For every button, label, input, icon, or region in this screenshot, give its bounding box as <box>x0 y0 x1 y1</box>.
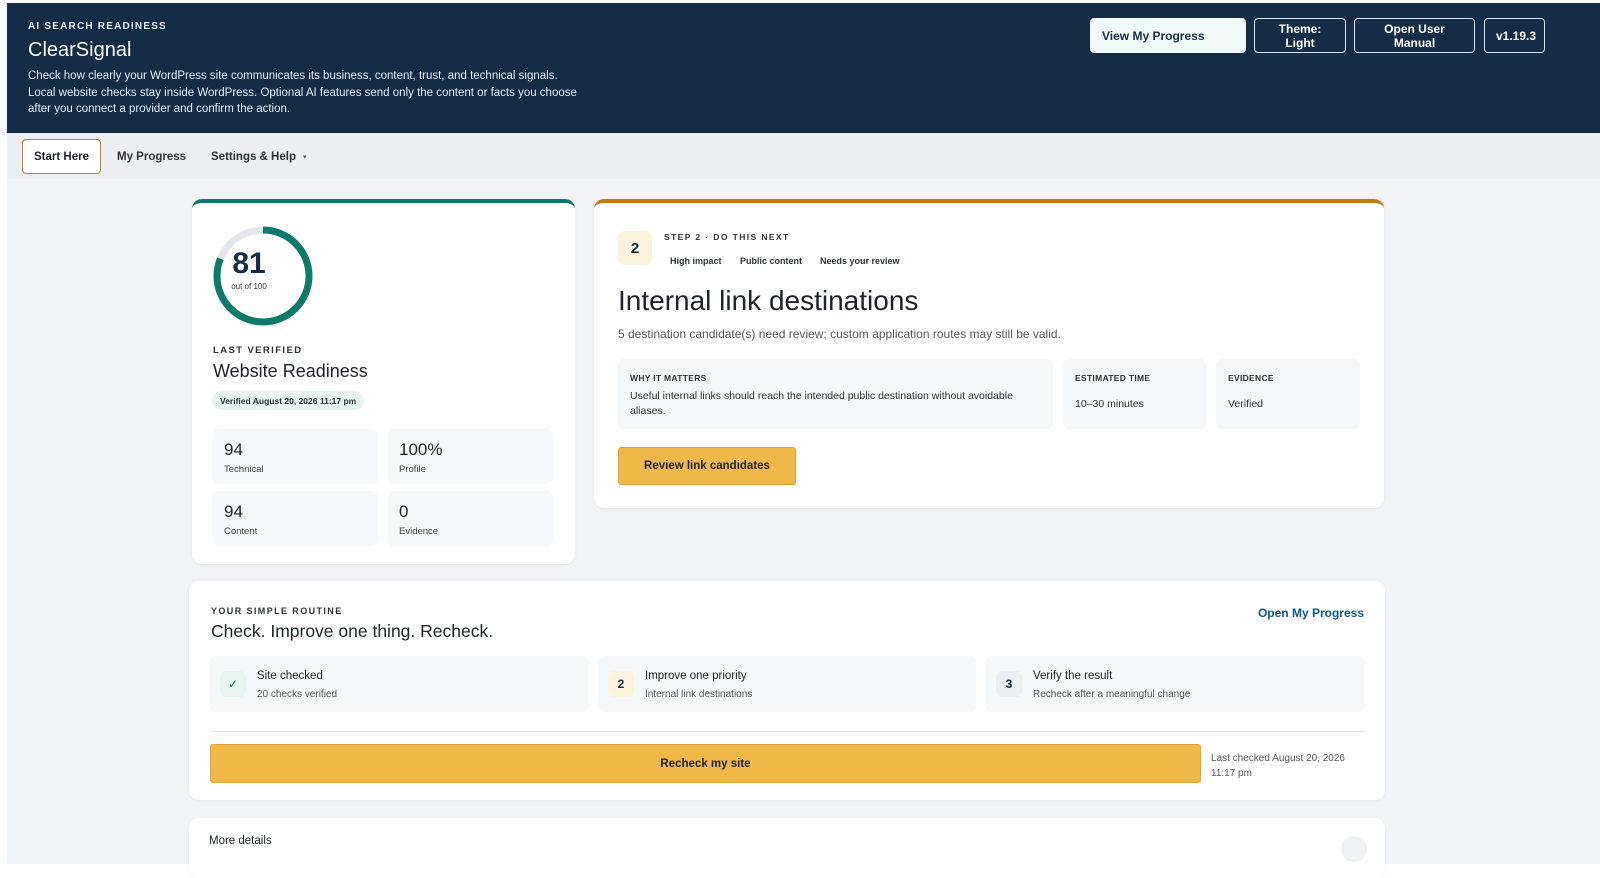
metric-label: Content <box>224 526 258 537</box>
routine-step-subtitle: 20 checks verified <box>257 689 338 700</box>
view-progress-button[interactable]: View My Progress <box>1090 18 1246 53</box>
routine-step-improve: 2 Improve one priority Internal link des… <box>598 656 976 712</box>
routine-step-title: Improve one priority <box>645 670 747 682</box>
why-it-matters-box: WHY IT MATTERS Useful internal links sho… <box>618 359 1053 429</box>
metric-value: 0 <box>399 502 409 521</box>
last-checked-text: Last checked August 20, 2026 11:17 pm <box>1211 753 1345 779</box>
next-step-description: 5 destination candidate(s) need review; … <box>618 327 1061 341</box>
next-step-title: Internal link destinations <box>618 285 919 316</box>
app-description: Check how clearly your WordPress site co… <box>28 70 577 115</box>
simple-routine-card: YOUR SIMPLE ROUTINE Check. Improve one t… <box>189 581 1385 800</box>
tab-start-here[interactable]: Start Here <box>22 139 101 174</box>
metric-profile: 100% Profile <box>388 429 553 484</box>
tab-my-progress[interactable]: My Progress <box>106 139 197 174</box>
routine-step-title: Site checked <box>257 670 323 682</box>
step-number-badge: 3 <box>996 671 1022 697</box>
chip-high-impact: High impact <box>670 256 722 266</box>
why-label: WHY IT MATTERS <box>630 373 707 383</box>
review-link-candidates-button[interactable]: Review link candidates <box>618 447 796 485</box>
metric-evidence: 0 Evidence <box>388 491 553 546</box>
routine-step-subtitle: Internal link destinations <box>645 689 753 700</box>
score-value: 81 <box>232 247 266 280</box>
last-verified-label: LAST VERIFIED <box>213 345 303 356</box>
evidence-box: EVIDENCE Verified <box>1216 359 1360 429</box>
evidence-label: EVIDENCE <box>1228 373 1274 383</box>
routine-title: Check. Improve one thing. Recheck. <box>211 621 494 641</box>
estimated-time-box: ESTIMATED TIME 10–30 minutes <box>1063 359 1206 429</box>
open-my-progress-link[interactable]: Open My Progress <box>1258 606 1364 620</box>
routine-step-checked: ✓ Site checked 20 checks verified <box>210 656 588 712</box>
metric-label: Profile <box>399 464 426 475</box>
step-number-badge: 2 <box>618 231 652 265</box>
metric-label: Technical <box>224 464 264 475</box>
step-number-badge: 2 <box>608 671 634 697</box>
metric-value: 100% <box>399 440 443 459</box>
header-eyebrow: AI SEARCH READINESS <box>28 21 167 32</box>
time-label: ESTIMATED TIME <box>1075 373 1151 383</box>
metric-label: Evidence <box>399 526 439 537</box>
chevron-down-icon: ▾ <box>302 153 307 161</box>
routine-step-subtitle: Recheck after a meaningful change <box>1033 689 1191 700</box>
next-step-card: 2 STEP 2 · DO THIS NEXT High impact Publ… <box>594 199 1384 508</box>
chip-public-content: Public content <box>740 256 803 266</box>
metric-content: 94 Content <box>213 491 378 546</box>
routine-step-verify: 3 Verify the result Recheck after a mean… <box>986 656 1364 712</box>
tab-settings-help[interactable]: Settings & Help ▾ <box>200 139 318 174</box>
tab-settings-help-label: Settings & Help <box>211 150 296 163</box>
more-details-card: More details <box>189 818 1385 878</box>
check-icon: ✓ <box>220 671 246 697</box>
app-title: ClearSignal <box>28 39 132 61</box>
tab-my-progress-label: My Progress <box>117 150 187 163</box>
chip-needs-review: Needs your review <box>820 256 900 266</box>
metric-value: 94 <box>224 502 243 521</box>
recheck-site-button[interactable]: Recheck my site <box>210 744 1201 783</box>
divider <box>210 731 1365 732</box>
plugin-admin-page: AI SEARCH READINESS ClearSignal Check ho… <box>7 3 1600 878</box>
metric-technical: 94 Technical <box>213 429 378 484</box>
routine-eyebrow: YOUR SIMPLE ROUTINE <box>211 606 343 616</box>
theme-toggle-button[interactable]: Theme: Light <box>1254 18 1346 53</box>
step-label: STEP 2 · DO THIS NEXT <box>664 232 790 242</box>
readiness-score-card: 81 out of 100 LAST VERIFIED Website Read… <box>192 199 575 564</box>
score-max-label: out of 100 <box>231 282 267 291</box>
open-manual-button[interactable]: Open User Manual <box>1354 18 1475 53</box>
metric-value: 94 <box>224 440 243 459</box>
readiness-title: Website Readiness <box>213 361 368 381</box>
tab-bar: Start Here My Progress Settings & Help ▾ <box>7 133 1600 179</box>
routine-step-title: Verify the result <box>1033 670 1113 682</box>
evidence-value: Verified <box>1228 398 1264 410</box>
version-button[interactable]: v1.19.3 <box>1484 18 1545 53</box>
expand-icon[interactable] <box>1341 836 1367 862</box>
header-banner: AI SEARCH READINESS ClearSignal Check ho… <box>7 3 1600 133</box>
more-details-toggle[interactable]: More details <box>209 835 272 847</box>
verified-badge: Verified August 20, 2026 11:17 pm <box>212 391 365 410</box>
tab-start-here-label: Start Here <box>34 150 89 163</box>
time-value: 10–30 minutes <box>1075 398 1144 410</box>
why-text: Useful internal links should reach the i… <box>630 390 1013 417</box>
